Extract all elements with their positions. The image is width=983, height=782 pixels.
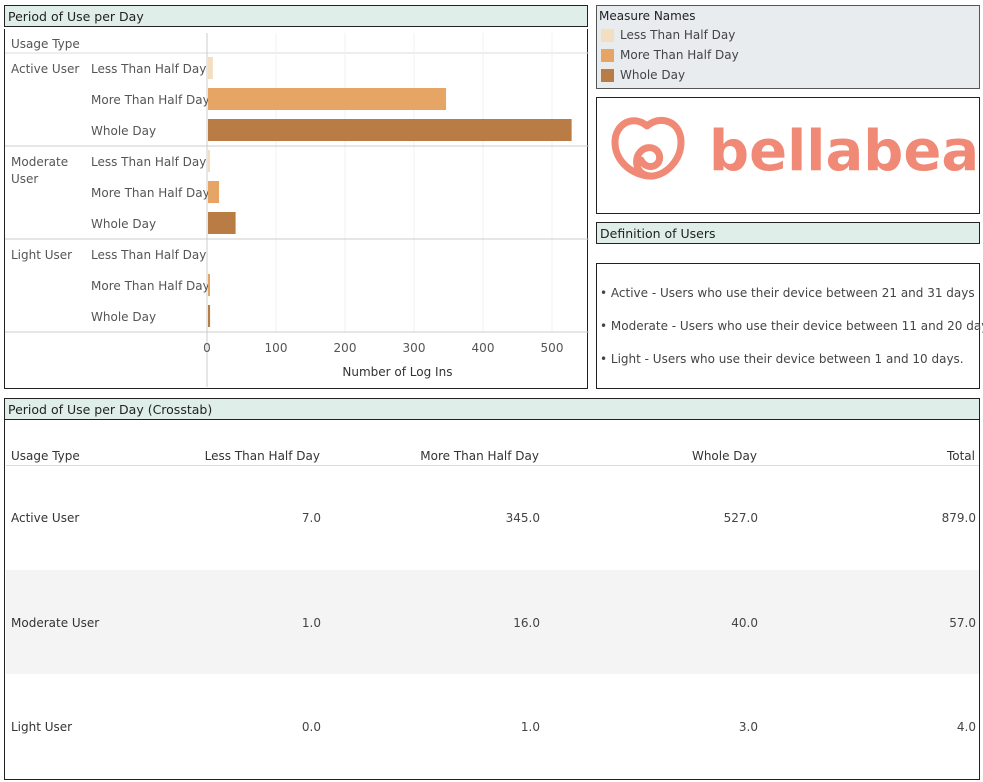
cell-whole-day: 527.0 [723, 511, 758, 525]
bar [208, 305, 211, 327]
cell-less-than-half-day: 1.0 [301, 616, 321, 630]
bar [208, 119, 572, 141]
legend-label: More Than Half Day [620, 48, 739, 62]
bar-chart-svg: Usage Type Active User Less Than Half Day M… [5, 33, 589, 387]
group-label: Light User [11, 248, 72, 262]
col-header-usage-type: Usage Type [11, 449, 80, 463]
x-tick-label: 200 [334, 341, 357, 355]
x-axis-title: Number of Log Ins [342, 365, 452, 379]
bellabeat-heart-icon [611, 117, 685, 180]
group-label: Moderate [11, 155, 68, 169]
row-header: Active User [11, 511, 80, 525]
category-label: More Than Half Day [91, 93, 210, 107]
table-row: Light User 0.0 1.0 3.0 4.0 [6, 674, 979, 778]
cell-more-than-half-day: 1.0 [520, 720, 540, 734]
bar [208, 181, 220, 203]
row-header: Light User [11, 720, 73, 734]
bar [208, 212, 236, 234]
bar [208, 57, 213, 79]
cell-whole-day: 3.0 [738, 720, 758, 734]
category-label: More Than Half Day [91, 279, 210, 293]
cell-whole-day: 40.0 [731, 616, 758, 630]
table-row: Active User 7.0 345.0 527.0 879.0 [6, 466, 979, 570]
col-header-whole-day: Whole Day [691, 449, 757, 463]
cell-more-than-half-day: 16.0 [513, 616, 540, 630]
crosstab-title: Period of Use per Day (Crosstab) [4, 398, 980, 420]
legend-item-whole-day[interactable]: Whole Day [601, 68, 685, 82]
col-header-total: Total [946, 449, 975, 463]
table-row: Moderate User 1.0 16.0 40.0 57.0 [6, 570, 979, 674]
definition-moderate: • Moderate - Users who use their device … [600, 319, 983, 333]
bar [208, 88, 447, 110]
legend-item-more-than-half-day[interactable]: More Than Half Day [601, 48, 739, 62]
category-label: More Than Half Day [91, 186, 210, 200]
cell-less-than-half-day: 0.0 [301, 720, 321, 734]
definition-active: • Active - Users who use their device be… [600, 286, 975, 300]
crosstab-table: Usage Type Less Than Half Day More Than … [4, 420, 980, 780]
legend-item-less-than-half-day[interactable]: Less Than Half Day [601, 28, 735, 42]
category-label: Less Than Half Day [91, 155, 206, 169]
legend-swatch [601, 29, 614, 42]
bellabeat-logo: bellabeat [611, 117, 979, 184]
definition-panel: • Active - Users who use their device be… [596, 263, 983, 389]
chart-title: Period of Use per Day [4, 5, 588, 27]
legend-title: Measure Names [599, 9, 696, 23]
x-tick-label: 500 [541, 341, 564, 355]
cell-total: 879.0 [941, 511, 976, 525]
group-label: User [11, 172, 38, 186]
logo-panel: bellabeat [596, 97, 980, 214]
legend-swatch [601, 69, 614, 82]
row-header: Moderate User [11, 616, 100, 630]
category-label: Whole Day [91, 217, 156, 231]
definition-title: Definition of Users [596, 222, 980, 244]
legend-label: Less Than Half Day [620, 28, 736, 42]
bar [208, 150, 210, 172]
legend-label: Whole Day [620, 68, 686, 82]
cell-more-than-half-day: 345.0 [505, 511, 540, 525]
category-label: Less Than Half Day [91, 62, 206, 76]
legend-swatch [601, 49, 614, 62]
legend: Measure Names Less Than Half Day More Th… [596, 5, 980, 89]
cell-total: 57.0 [949, 616, 976, 630]
x-tick-label: 400 [472, 341, 495, 355]
row-header-usage-type: Usage Type [11, 37, 80, 51]
period-of-use-chart: Usage Type Active User Less Than Half Day M… [4, 29, 589, 389]
x-tick-label: 300 [403, 341, 426, 355]
category-label: Less Than Half Day [91, 248, 206, 262]
category-label: Whole Day [91, 124, 156, 138]
logo-wordmark: bellabeat [709, 119, 979, 184]
category-label: Whole Day [91, 310, 156, 324]
definition-light: • Light - Users who use their device bet… [600, 352, 964, 366]
bar [208, 274, 210, 296]
x-tick-label: 100 [265, 341, 288, 355]
col-header-more-than-half-day: More Than Half Day [420, 449, 539, 463]
cell-less-than-half-day: 7.0 [301, 511, 321, 525]
cell-total: 4.0 [956, 720, 976, 734]
col-header-less-than-half-day: Less Than Half Day [204, 449, 320, 463]
group-label: Active User [11, 62, 79, 76]
x-tick-label: 0 [203, 341, 211, 355]
